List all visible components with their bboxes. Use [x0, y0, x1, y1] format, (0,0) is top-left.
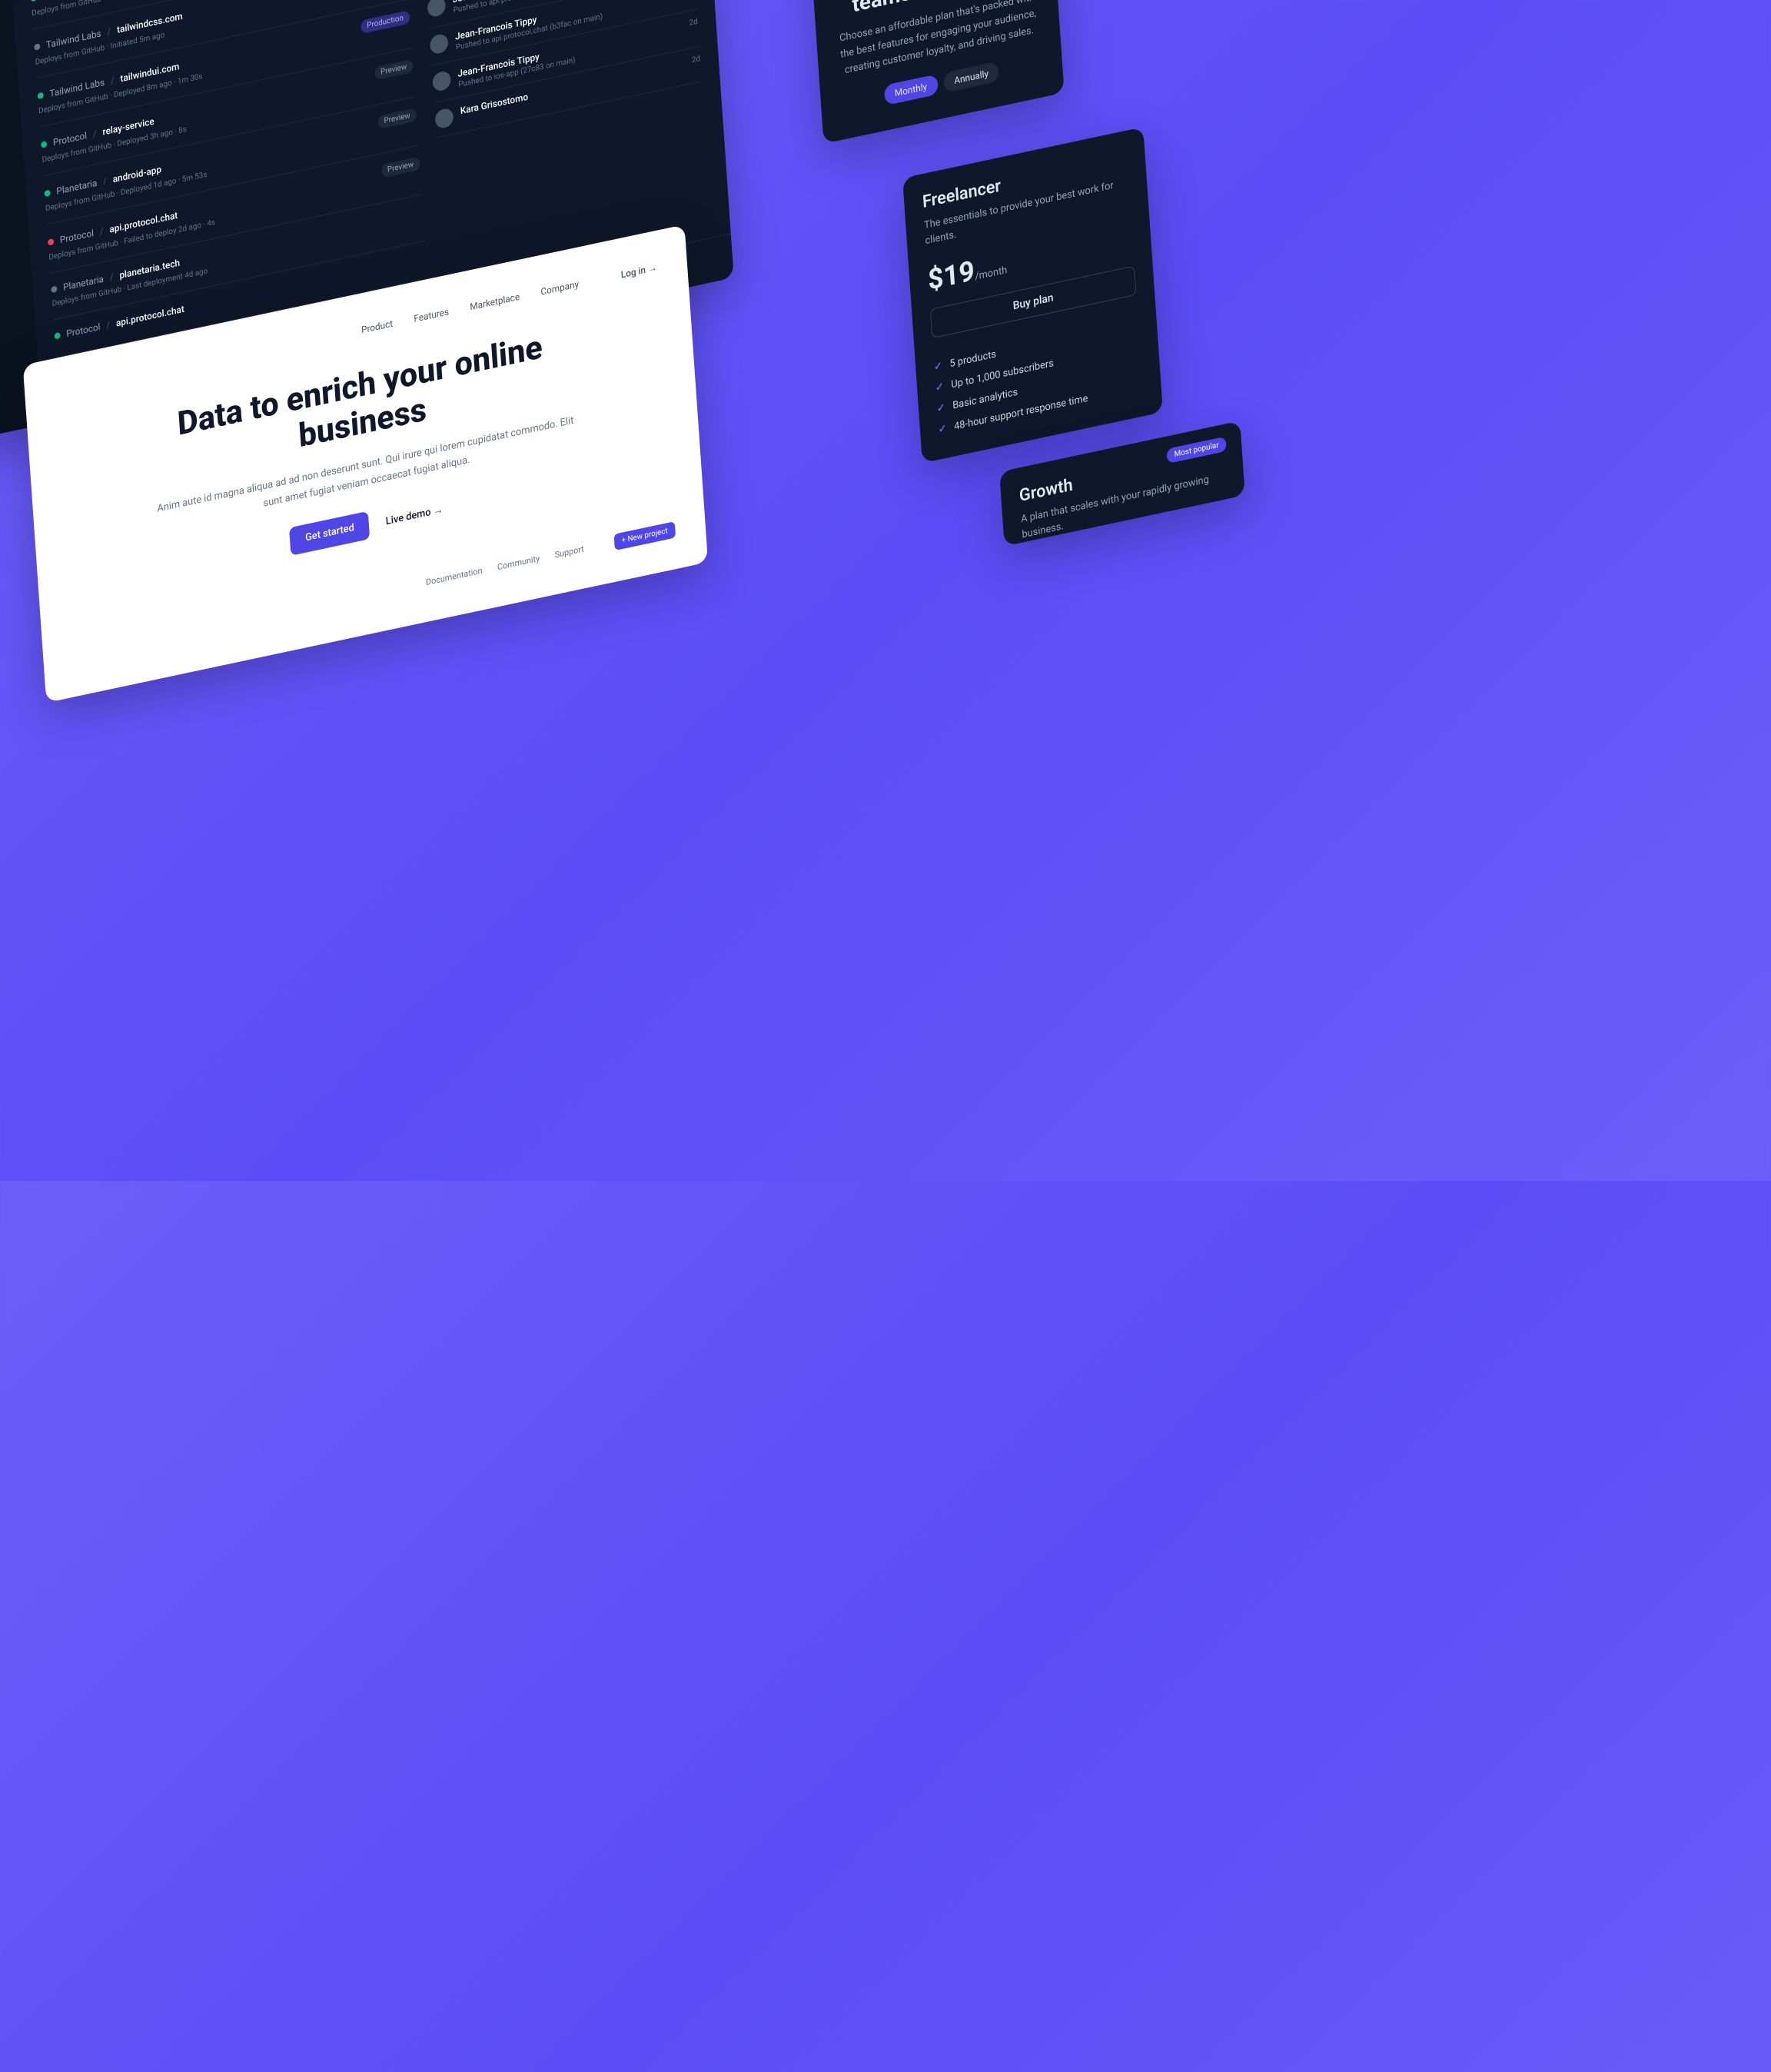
status-dot [48, 238, 54, 246]
nav-link[interactable]: Marketplace [470, 291, 520, 313]
pricing-card-growth-popular: Most popular Growth A plan that scales w… [999, 421, 1245, 546]
new-project-button[interactable]: + New project [613, 521, 676, 550]
avatar [427, 0, 446, 18]
status-dot [51, 285, 57, 293]
login-link[interactable]: Log in → [620, 262, 657, 281]
status-dot [41, 141, 47, 148]
env-badge: Preview [374, 59, 414, 81]
live-demo-button[interactable]: Live demo → [379, 494, 450, 536]
pricing-card-freelancer: Freelancer The essentials to provide you… [902, 127, 1163, 463]
mini-nav-link[interactable]: Community [497, 553, 540, 572]
toggle-annually[interactable]: Annually [943, 61, 1000, 93]
get-started-button[interactable]: Get started [289, 511, 370, 555]
avatar [432, 70, 451, 92]
status-dot [34, 43, 40, 51]
avatar [429, 33, 448, 55]
status-dot [54, 332, 60, 340]
env-badge: Preview [381, 157, 420, 178]
status-dot [44, 189, 50, 197]
nav-link[interactable]: Product [361, 318, 394, 336]
pricing-header-card: Pricing Pricing plans for teams of all s… [809, 0, 1064, 144]
avatar [434, 107, 454, 129]
status-dot [31, 0, 37, 2]
nav-link[interactable]: Company [540, 278, 580, 298]
team-item[interactable]: Tailwind Labs [0, 128, 14, 177]
mini-nav-link[interactable]: Support [554, 544, 584, 560]
toggle-monthly[interactable]: Monthly [883, 74, 938, 105]
nav-link[interactable]: Features [414, 306, 449, 324]
status-dot [38, 91, 44, 99]
env-badge: Preview [377, 108, 417, 129]
mini-nav-link[interactable]: Documentation [426, 565, 483, 587]
